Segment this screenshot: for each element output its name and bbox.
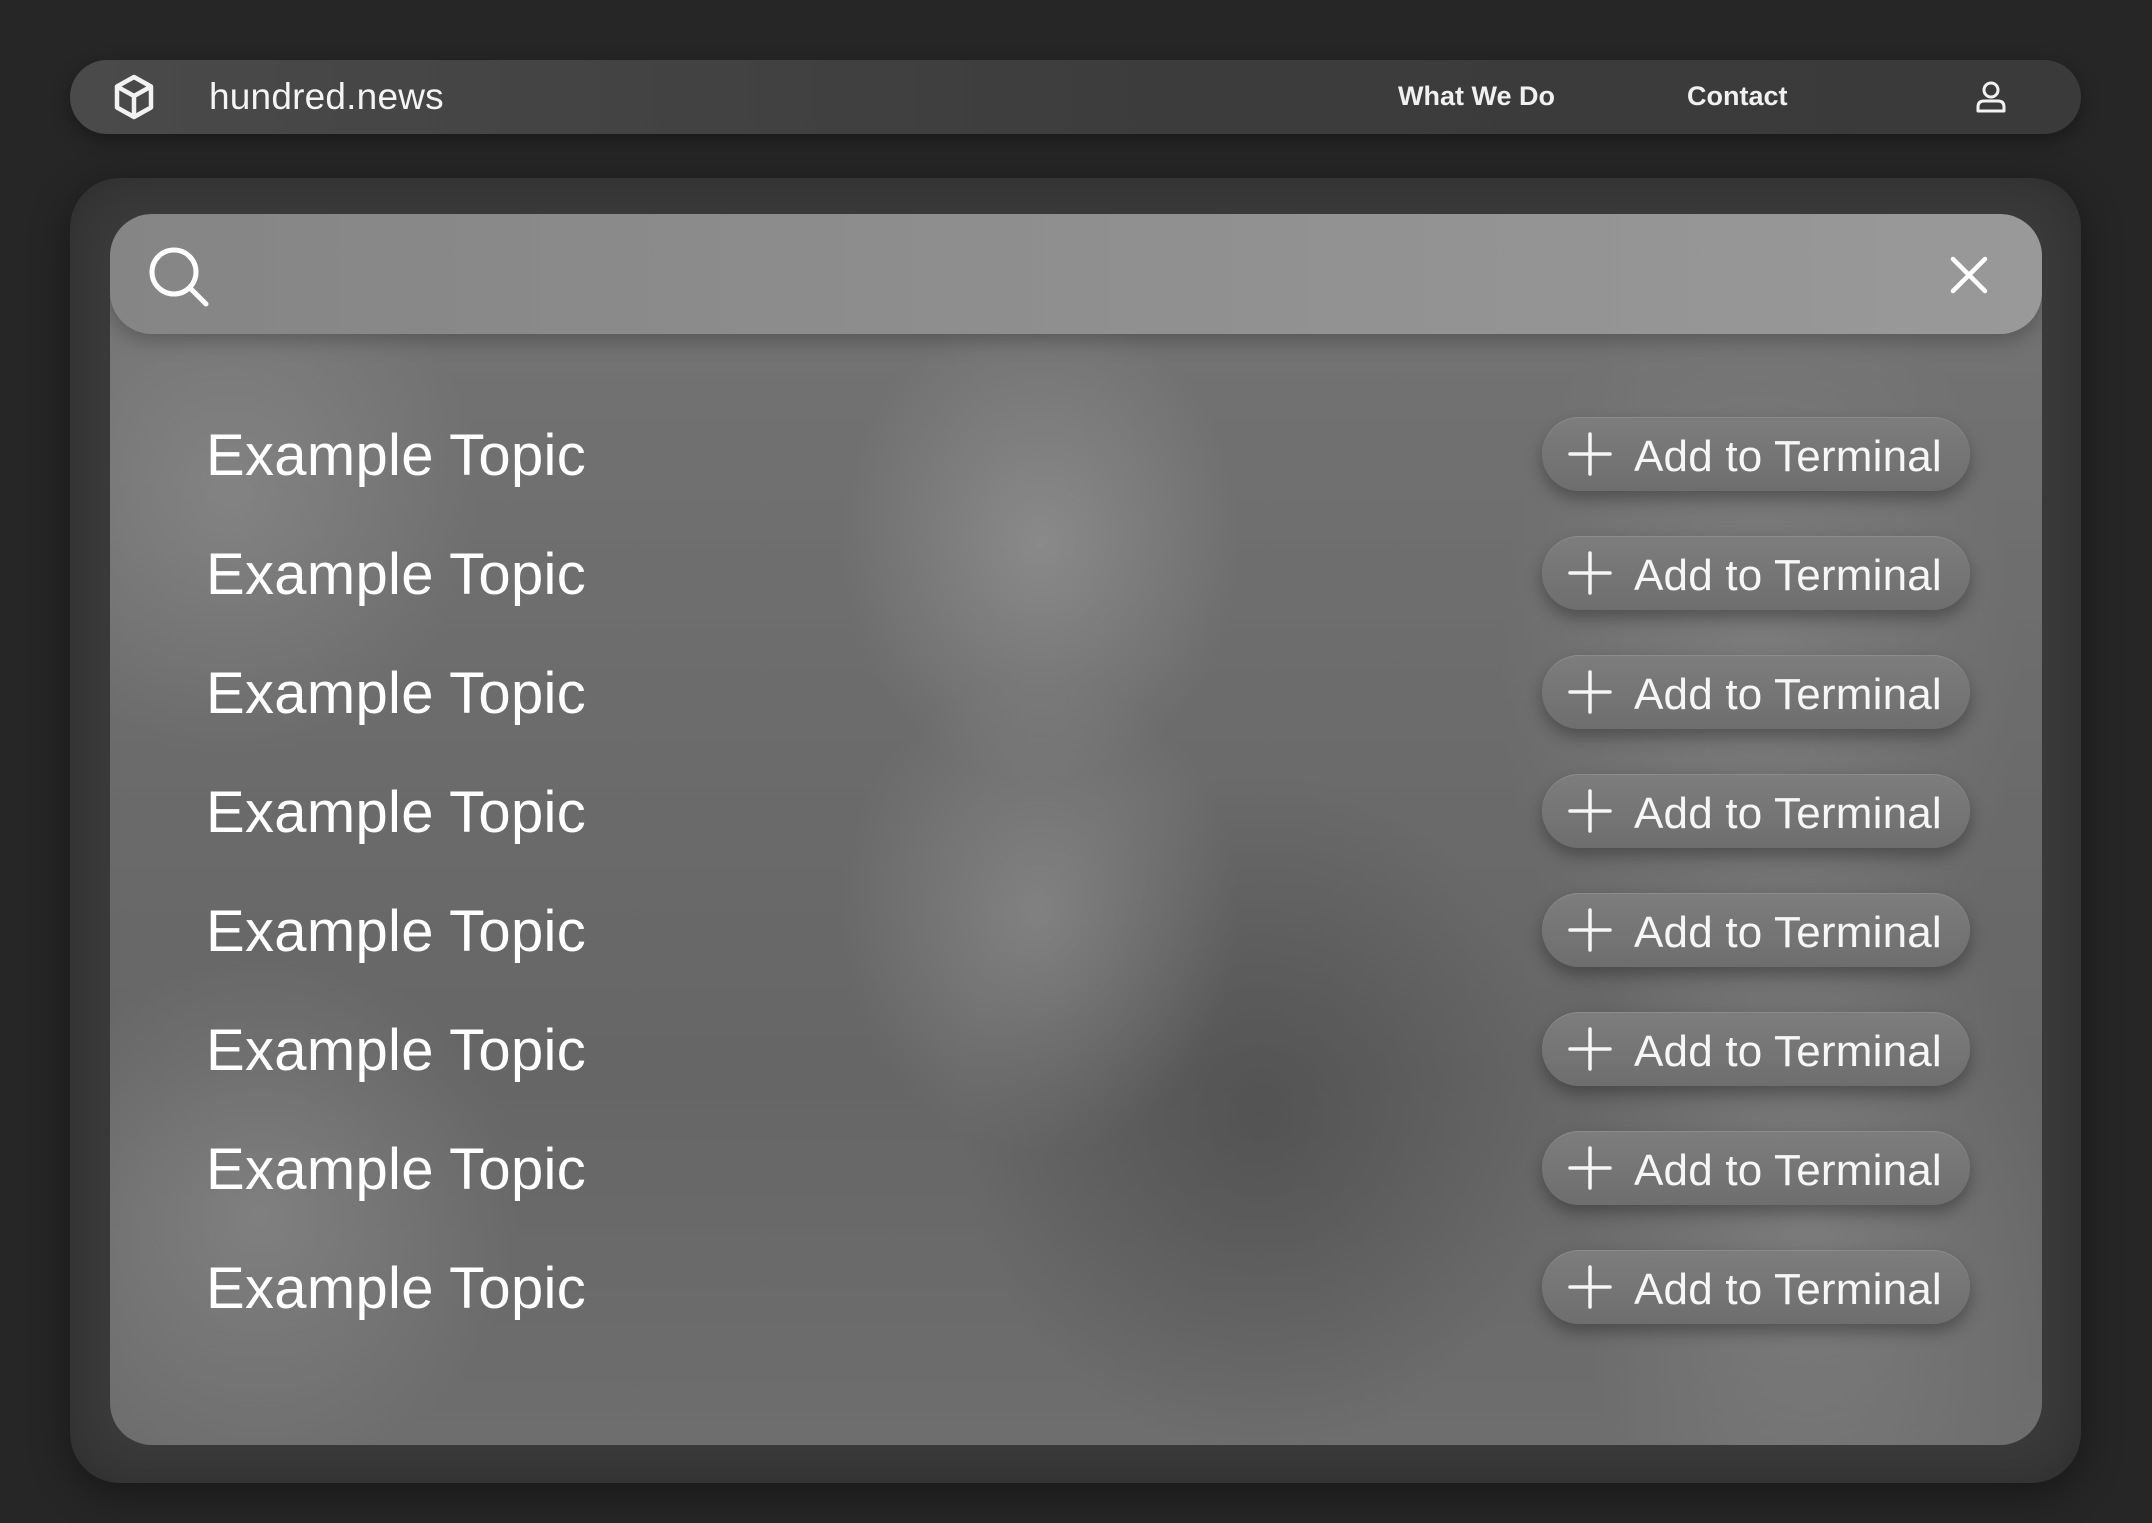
add-to-terminal-button[interactable]: Add to Terminal	[1542, 655, 1970, 729]
plus-icon	[1568, 670, 1612, 714]
add-to-terminal-label: Add to Terminal	[1634, 670, 1942, 719]
add-to-terminal-label: Add to Terminal	[1634, 1027, 1942, 1076]
add-to-terminal-label: Add to Terminal	[1634, 908, 1942, 957]
add-to-terminal-button[interactable]: Add to Terminal	[1542, 417, 1970, 491]
add-to-terminal-button[interactable]: Add to Terminal	[1542, 1250, 1970, 1324]
add-to-terminal-label: Add to Terminal	[1634, 789, 1942, 838]
topic-title: Example Topic	[206, 661, 587, 726]
topic-title: Example Topic	[206, 899, 587, 964]
search-bar	[110, 214, 2042, 334]
topic-title: Example Topic	[206, 780, 587, 845]
add-to-terminal-label: Add to Terminal	[1634, 432, 1942, 481]
list-item: Example Topic Add to Terminal	[110, 402, 2042, 502]
top-navbar: hundred.news What We Do Contact	[70, 60, 2081, 134]
add-to-terminal-button[interactable]: Add to Terminal	[1542, 1131, 1970, 1205]
list-item: Example Topic Add to Terminal	[110, 521, 2042, 621]
add-to-terminal-label: Add to Terminal	[1634, 1265, 1942, 1314]
nav-link-what-we-do[interactable]: What We Do	[1398, 81, 1555, 112]
list-item: Example Topic Add to Terminal	[110, 1235, 2042, 1335]
plus-icon	[1568, 908, 1612, 952]
plus-icon	[1568, 789, 1612, 833]
topic-title: Example Topic	[206, 542, 587, 607]
topic-title: Example Topic	[206, 1018, 587, 1083]
add-to-terminal-button[interactable]: Add to Terminal	[1542, 1012, 1970, 1086]
topic-title: Example Topic	[206, 423, 587, 488]
list-item: Example Topic Add to Terminal	[110, 759, 2042, 859]
list-item: Example Topic Add to Terminal	[110, 997, 2042, 1097]
list-item: Example Topic Add to Terminal	[110, 1116, 2042, 1216]
nav-link-contact[interactable]: Contact	[1687, 81, 1788, 112]
add-to-terminal-label: Add to Terminal	[1634, 1146, 1942, 1195]
topic-list: Example Topic Add to Terminal Example To…	[110, 214, 2042, 1445]
plus-icon	[1568, 551, 1612, 595]
user-icon[interactable]	[1972, 78, 2010, 116]
plus-icon	[1568, 1265, 1612, 1309]
search-modal: Example Topic Add to Terminal Example To…	[110, 214, 2042, 1445]
list-item: Example Topic Add to Terminal	[110, 878, 2042, 978]
topic-title: Example Topic	[206, 1137, 587, 1202]
add-to-terminal-button[interactable]: Add to Terminal	[1542, 774, 1970, 848]
add-to-terminal-button[interactable]: Add to Terminal	[1542, 893, 1970, 967]
list-item: Example Topic Add to Terminal	[110, 640, 2042, 740]
plus-icon	[1568, 432, 1612, 476]
plus-icon	[1568, 1146, 1612, 1190]
add-to-terminal-label: Add to Terminal	[1634, 551, 1942, 600]
close-icon[interactable]	[1950, 256, 1988, 294]
search-icon	[149, 247, 209, 307]
brand-name[interactable]: hundred.news	[209, 76, 444, 118]
topic-title: Example Topic	[206, 1256, 587, 1321]
cube-icon[interactable]	[110, 73, 158, 121]
add-to-terminal-button[interactable]: Add to Terminal	[1542, 536, 1970, 610]
search-input[interactable]	[240, 240, 1840, 308]
plus-icon	[1568, 1027, 1612, 1071]
